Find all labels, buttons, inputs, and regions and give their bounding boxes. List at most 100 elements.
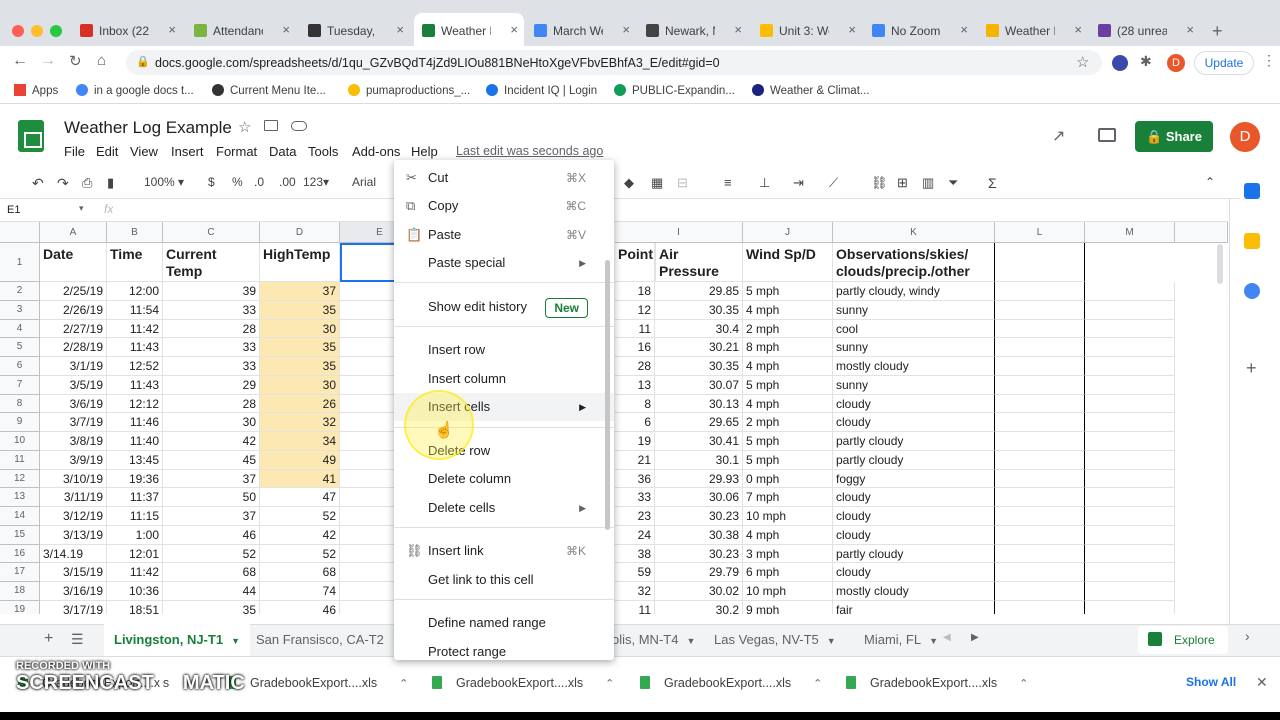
currency-button[interactable]: $ — [208, 175, 215, 189]
observations-cell[interactable]: cloudy — [833, 413, 995, 432]
dew-point-cell[interactable]: 59 — [615, 563, 655, 582]
new-tab-icon[interactable]: + — [1212, 21, 1223, 42]
name-box[interactable]: E1 — [7, 204, 20, 216]
time-cell[interactable]: 18:51 — [107, 600, 163, 614]
current-temp-cell[interactable]: 28 — [163, 394, 260, 414]
table-cell[interactable] — [995, 394, 1085, 414]
menu-scrollbar[interactable] — [605, 260, 610, 530]
time-cell[interactable]: 11:37 — [107, 488, 163, 507]
date-cell[interactable]: 3/17/19 — [40, 600, 107, 614]
current-temp-cell[interactable]: 33 — [163, 338, 260, 357]
header-cell[interactable]: Time — [107, 243, 163, 282]
download-item[interactable]: GradebookExport....xls ⌃ — [846, 676, 1028, 690]
scroll-right-icon[interactable]: ▶ — [971, 632, 979, 643]
row-header[interactable]: 2 — [0, 282, 40, 301]
menu-data[interactable]: Data — [269, 144, 296, 159]
menu-item-delete-cells[interactable]: Delete cells ▶ — [394, 494, 614, 522]
table-cell[interactable] — [995, 357, 1085, 376]
dew-point-cell[interactable]: 38 — [615, 544, 655, 564]
align-left-icon[interactable]: ≡ — [724, 175, 732, 190]
row-header[interactable]: 5 — [0, 338, 40, 357]
wind-cell[interactable]: 2 mph — [743, 413, 833, 432]
high-temp-cell[interactable]: 41 — [260, 469, 340, 489]
current-temp-cell[interactable]: 29 — [163, 375, 260, 395]
insert-chart-icon[interactable]: ▥ — [922, 175, 934, 191]
download-item[interactable]: GradebookExport....xls ⌃ — [432, 676, 614, 690]
font-select[interactable]: Arial — [352, 175, 376, 189]
menu-item-protect-range[interactable]: Protect range — [394, 638, 614, 660]
time-cell[interactable]: 12:12 — [107, 394, 163, 414]
dew-point-cell[interactable]: 13 — [615, 375, 655, 395]
current-temp-cell[interactable]: 30 — [163, 413, 260, 432]
trend-icon[interactable]: ↗ — [1052, 126, 1065, 146]
table-cell[interactable] — [995, 544, 1085, 564]
time-cell[interactable]: 11:46 — [107, 413, 163, 432]
bookmark-item[interactable]: pumaproductions_... — [348, 84, 470, 97]
wind-cell[interactable]: 2 mph — [743, 319, 833, 339]
sheet-tab[interactable]: olis, MN-T4 ▼ — [612, 624, 695, 656]
tasks-icon[interactable] — [1244, 283, 1260, 299]
high-temp-cell[interactable]: 47 — [260, 488, 340, 507]
header-cell[interactable]: HighTemp — [260, 243, 340, 282]
time-cell[interactable]: 11:43 — [107, 375, 163, 395]
move-folder-icon[interactable] — [264, 120, 278, 131]
zoom-select[interactable]: 100% ▾ — [144, 175, 184, 189]
observations-cell[interactable]: mostly cloudy — [833, 357, 995, 376]
browser-tab[interactable]: Unit 3: We × — [752, 13, 862, 46]
insert-comment-icon[interactable]: ⊞ — [897, 175, 908, 191]
menu-file[interactable]: File — [64, 144, 85, 159]
minimize-window-dot[interactable] — [31, 25, 43, 37]
table-cell[interactable] — [995, 450, 1085, 470]
observations-cell[interactable]: cloudy — [833, 525, 995, 545]
browser-tab[interactable]: Weather Lo × — [414, 13, 524, 46]
star-icon[interactable]: ☆ — [238, 118, 251, 136]
browser-tab[interactable]: Inbox (229 × — [72, 13, 182, 46]
current-temp-cell[interactable]: 45 — [163, 450, 260, 470]
dew-point-cell[interactable]: 36 — [615, 469, 655, 489]
high-temp-cell[interactable]: 49 — [260, 450, 340, 470]
dew-point-cell[interactable]: 6 — [615, 413, 655, 432]
air-pressure-cell[interactable]: 30.23 — [655, 544, 743, 564]
dew-point-cell[interactable]: 21 — [615, 450, 655, 470]
browser-tab[interactable]: Weather N × — [978, 13, 1088, 46]
url-text[interactable]: docs.google.com/spreadsheets/d/1qu_GZvBQ… — [155, 56, 720, 70]
table-cell[interactable] — [995, 319, 1085, 339]
table-cell[interactable] — [1085, 394, 1175, 414]
header-cell[interactable]: Wind Sp/D — [743, 243, 833, 282]
wind-cell[interactable]: 5 mph — [743, 432, 833, 451]
keep-icon[interactable] — [1244, 233, 1260, 249]
table-cell[interactable] — [1085, 469, 1175, 489]
column-header[interactable]: C — [163, 222, 260, 243]
time-cell[interactable]: 11:43 — [107, 338, 163, 357]
row-header[interactable]: 3 — [0, 300, 40, 320]
sheet-tab[interactable]: Livingston, NJ-T1 ▼ — [104, 624, 250, 656]
air-pressure-cell[interactable]: 30.13 — [655, 394, 743, 414]
date-cell[interactable]: 2/28/19 — [40, 338, 107, 357]
sheet-tab[interactable]: San Fransisco, CA-T2▼ — [256, 624, 401, 656]
high-temp-cell[interactable]: 74 — [260, 582, 340, 601]
current-temp-cell[interactable]: 50 — [163, 488, 260, 507]
date-cell[interactable]: 3/14.19 — [40, 544, 107, 564]
observations-cell[interactable]: cloudy — [833, 488, 995, 507]
observations-cell[interactable]: cloudy — [833, 563, 995, 582]
column-header[interactable] — [1175, 222, 1228, 243]
sheet-tab[interactable]: Miami, FL ▼ — [864, 624, 938, 656]
row-header[interactable]: 16 — [0, 544, 40, 564]
table-cell[interactable] — [1085, 357, 1175, 376]
date-cell[interactable]: 3/8/19 — [40, 432, 107, 451]
wind-cell[interactable]: 9 mph — [743, 600, 833, 614]
column-header[interactable]: L — [995, 222, 1085, 243]
row-header[interactable]: 7 — [0, 375, 40, 395]
menu-tools[interactable]: Tools — [308, 144, 338, 159]
menu-help[interactable]: Help — [411, 144, 438, 159]
high-temp-cell[interactable]: 30 — [260, 375, 340, 395]
bookmark-star-icon[interactable]: ☆ — [1076, 53, 1089, 71]
date-cell[interactable]: 3/5/19 — [40, 375, 107, 395]
table-cell[interactable] — [1085, 338, 1175, 357]
current-temp-cell[interactable]: 52 — [163, 544, 260, 564]
wind-cell[interactable]: 10 mph — [743, 582, 833, 601]
menu-insert[interactable]: Insert — [171, 144, 204, 159]
table-cell[interactable] — [995, 488, 1085, 507]
row-header[interactable]: 4 — [0, 319, 40, 339]
high-temp-cell[interactable]: 35 — [260, 300, 340, 320]
